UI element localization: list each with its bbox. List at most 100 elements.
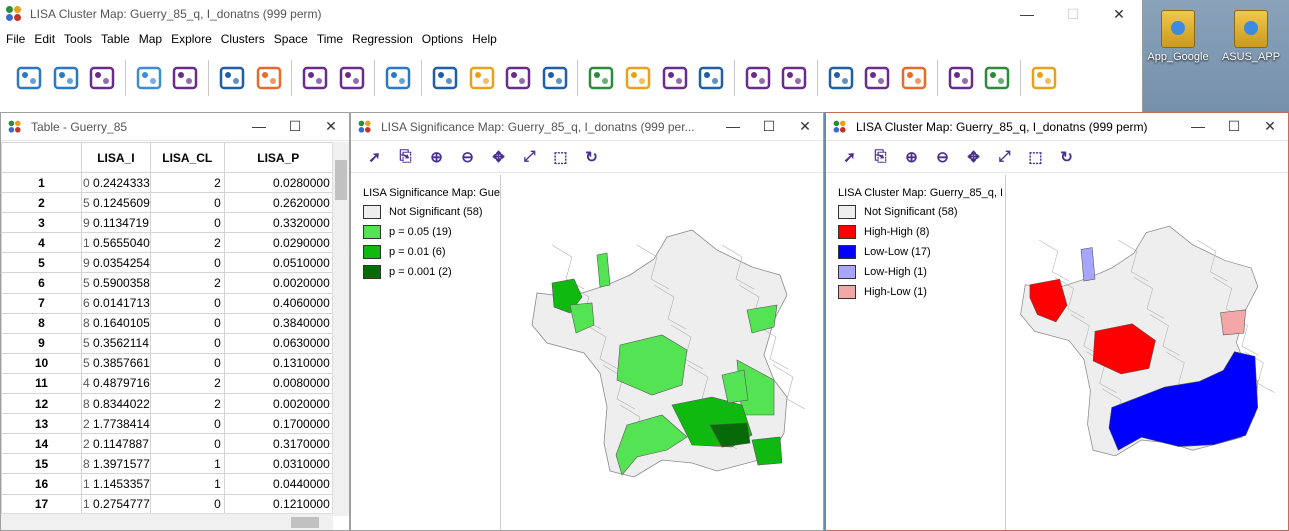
row-number[interactable]: 1 <box>4 176 80 190</box>
menu-tools[interactable]: Tools <box>62 32 99 46</box>
copy-icon[interactable]: ⎘ <box>865 145 896 169</box>
row-number[interactable]: 9 <box>4 336 80 350</box>
desktop-icon-app-google[interactable]: App_Google <box>1143 10 1213 63</box>
cell-lisa-p[interactable]: 0.2620000 <box>223 192 333 214</box>
table-icon[interactable] <box>132 61 166 95</box>
cell-lisa-p[interactable]: 0.3840000 <box>223 312 333 334</box>
table-row[interactable]: 1 0 0.2424333 2 0.0280000 <box>1 171 333 194</box>
cell-lisa-i[interactable]: 1.3971577 <box>93 457 149 471</box>
box-plot-icon[interactable] <box>465 61 499 95</box>
minimize-button[interactable]: — <box>1180 118 1216 135</box>
spatial-correlogram-icon[interactable] <box>824 61 858 95</box>
cell-lisa-cl[interactable]: 2 <box>149 232 225 254</box>
cell-lisa-p[interactable]: 0.4060000 <box>223 292 333 314</box>
maximize-button[interactable]: ☐ <box>1216 118 1252 135</box>
menu-table[interactable]: Table <box>99 32 137 46</box>
cell-lisa-cl[interactable]: 0 <box>149 192 225 214</box>
row-number[interactable]: 10 <box>4 356 80 370</box>
cell-lisa-cl[interactable]: 0 <box>149 352 225 374</box>
table-row[interactable]: 10 5 0.3857661 0 0.1310000 <box>1 352 333 374</box>
row-number[interactable]: 16 <box>4 477 80 491</box>
line-chart-icon[interactable] <box>980 61 1014 95</box>
cluster-region-high-low[interactable] <box>1220 309 1246 336</box>
cell-lisa-cl[interactable]: 0 <box>149 292 225 314</box>
cell-lisa-cl[interactable]: 1 <box>149 473 225 495</box>
table-row[interactable]: 14 2 0.1147887 0 0.3170000 <box>1 433 333 455</box>
histogram-icon[interactable] <box>428 61 462 95</box>
cluster-region-low-high[interactable] <box>1080 247 1096 282</box>
cell-lisa-i[interactable]: 0.0141713 <box>93 296 149 310</box>
cell-lisa-i[interactable]: 0.1134719 <box>93 216 149 230</box>
table-row[interactable]: 5 9 0.0354254 0 0.0510000 <box>1 252 333 274</box>
table-row[interactable]: 8 8 0.1640105 0 0.3840000 <box>1 312 333 334</box>
menu-file[interactable]: File <box>4 32 32 46</box>
legend-item[interactable]: p = 0.01 (6) <box>363 245 500 259</box>
time-editor-icon[interactable] <box>944 61 978 95</box>
select-icon[interactable]: ➚ <box>359 145 390 169</box>
sig-region[interactable] <box>746 304 778 334</box>
cell-lisa-cl[interactable]: 0 <box>149 252 225 274</box>
maximize-button[interactable]: ☐ <box>751 118 787 135</box>
regression-icon[interactable] <box>1027 61 1061 95</box>
row-number[interactable]: 14 <box>4 437 80 451</box>
extent-icon[interactable]: ⬚ <box>1020 145 1051 169</box>
row-number[interactable]: 5 <box>4 256 80 270</box>
sig-region[interactable] <box>596 252 611 288</box>
row-number[interactable]: 17 <box>4 497 80 511</box>
cluster-icon[interactable] <box>741 61 775 95</box>
sig-map-canvas[interactable] <box>502 175 823 530</box>
moran-scatter-icon[interactable] <box>777 61 811 95</box>
legend-item[interactable]: p = 0.001 (2) <box>363 265 500 279</box>
refresh-icon[interactable]: ↻ <box>1051 145 1082 169</box>
cell-lisa-cl[interactable]: 0 <box>149 413 225 435</box>
cell-lisa-p[interactable]: 0.1310000 <box>223 352 333 374</box>
row-number[interactable]: 8 <box>4 316 80 330</box>
close-button[interactable]: ✕ <box>1252 118 1288 135</box>
pan-icon[interactable]: ✥ <box>483 145 514 169</box>
open-project-icon[interactable] <box>12 61 46 95</box>
legend-item[interactable]: High-High (8) <box>838 225 1005 239</box>
legend-item[interactable]: p = 0.05 (19) <box>363 225 500 239</box>
cell-lisa-i[interactable]: 1.7738414 <box>93 417 149 431</box>
table-titlebar[interactable]: Table - Guerry_85 — ☐ ✕ <box>1 113 349 141</box>
table-row[interactable]: 9 5 0.3562114 0 0.0630000 <box>1 332 333 354</box>
pan-icon[interactable]: ✥ <box>958 145 989 169</box>
cell-lisa-p[interactable]: 0.0440000 <box>223 473 333 495</box>
cell-lisa-i[interactable]: 0.4879716 <box>93 376 149 390</box>
menu-space[interactable]: Space <box>272 32 315 46</box>
cell-lisa-i[interactable]: 0.5900358 <box>93 276 149 290</box>
cell-lisa-i[interactable]: 0.2424333 <box>93 176 149 190</box>
parallel-coordinate-icon[interactable] <box>658 61 692 95</box>
cell-lisa-i[interactable]: 0.1147887 <box>93 437 149 451</box>
refresh-icon[interactable]: ↻ <box>576 145 607 169</box>
legend-item[interactable]: Low-Low (17) <box>838 245 1005 259</box>
menu-clusters[interactable]: Clusters <box>219 32 272 46</box>
scatter-plot-icon[interactable] <box>501 61 535 95</box>
cell-lisa-cl[interactable]: 2 <box>149 171 225 194</box>
minimize-button[interactable]: — <box>715 118 751 135</box>
map-icon[interactable] <box>252 61 286 95</box>
cell-lisa-cl[interactable]: 0 <box>149 493 225 514</box>
minimize-button[interactable]: — <box>241 118 277 135</box>
row-number[interactable]: 12 <box>4 397 80 411</box>
horizontal-scrollbar[interactable] <box>1 513 333 530</box>
extent-icon[interactable]: ⬚ <box>545 145 576 169</box>
cell-lisa-cl[interactable]: 2 <box>149 393 225 415</box>
cell-lisa-p[interactable]: 0.0020000 <box>223 272 333 294</box>
menu-regression[interactable]: Regression <box>350 32 420 46</box>
cell-lisa-cl[interactable]: 0 <box>149 312 225 334</box>
table-row[interactable]: 11 4 0.4879716 2 0.0080000 <box>1 372 333 395</box>
row-number[interactable]: 13 <box>4 417 80 431</box>
bubble-chart-icon[interactable] <box>584 61 618 95</box>
cluster-titlebar[interactable]: LISA Cluster Map: Guerry_85_q, I_donatns… <box>826 113 1288 141</box>
close-project-icon[interactable] <box>49 61 83 95</box>
row-number[interactable]: 3 <box>4 216 80 230</box>
cluster-map-canvas[interactable] <box>1007 175 1288 530</box>
cell-lisa-cl[interactable]: 0 <box>149 433 225 455</box>
table-row[interactable]: 12 8 0.8344022 2 0.0020000 <box>1 393 333 415</box>
table-row[interactable]: 4 1 0.5655040 2 0.0290000 <box>1 232 333 254</box>
column-header-lisa-p[interactable]: LISA_P <box>223 142 333 173</box>
cell-lisa-p[interactable]: 0.0080000 <box>223 372 333 395</box>
legend-item[interactable]: High-Low (1) <box>838 285 1005 299</box>
maximize-button[interactable]: ☐ <box>1050 0 1096 28</box>
